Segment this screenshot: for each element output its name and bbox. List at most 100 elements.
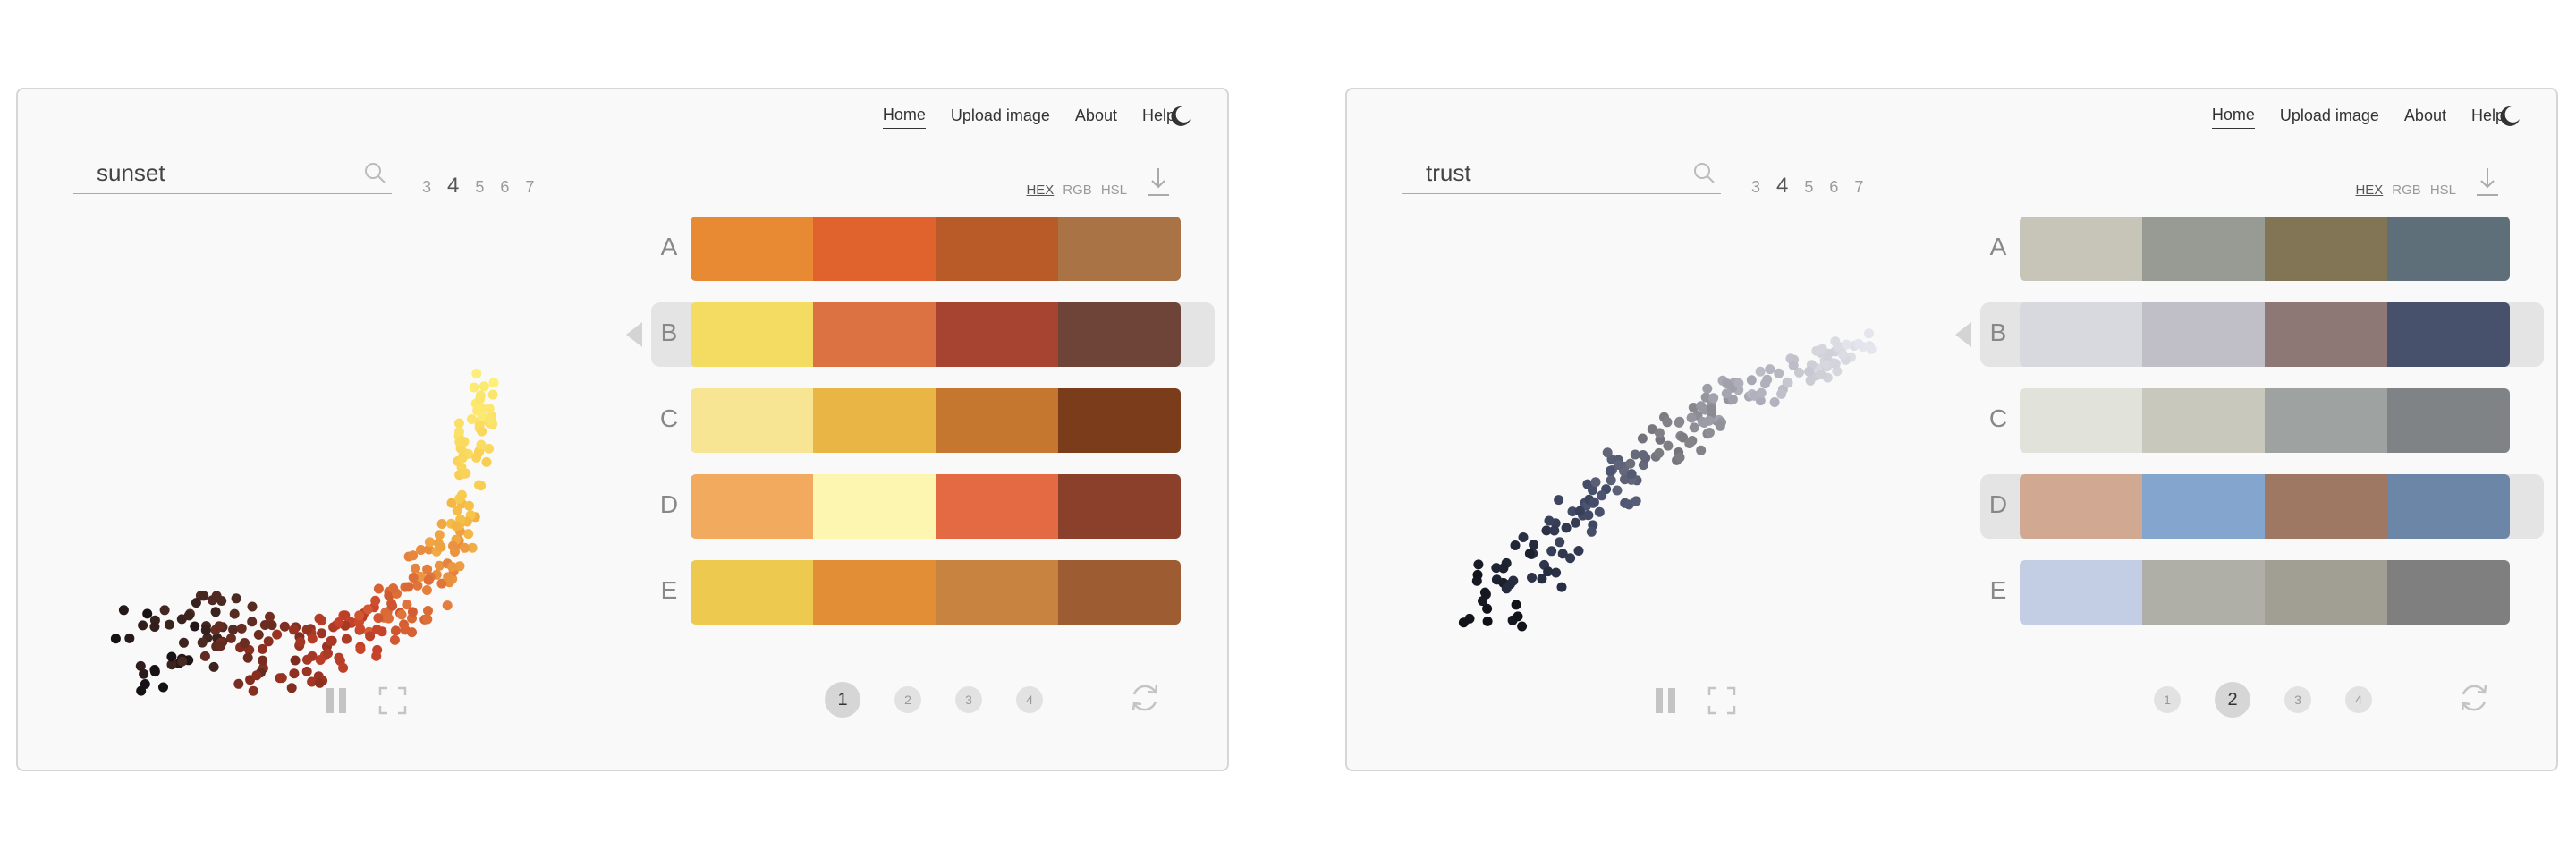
search-field[interactable]: trust [1402, 154, 1721, 194]
search-field[interactable]: sunset [73, 154, 392, 194]
fullscreen-icon[interactable] [1707, 685, 1737, 716]
nav-upload-image[interactable]: Upload image [951, 106, 1050, 129]
swatch[interactable] [2265, 217, 2387, 281]
format-rgb[interactable]: RGB [2392, 183, 2421, 198]
color-scatter-plot[interactable] [1436, 286, 1902, 698]
color-point [424, 537, 435, 548]
page-3-button[interactable]: 3 [955, 686, 982, 713]
swatch[interactable] [2387, 474, 2510, 539]
count-option-5[interactable]: 5 [475, 178, 484, 197]
count-option-5[interactable]: 5 [1804, 178, 1813, 197]
palette-row-e[interactable]: E [1980, 560, 2544, 625]
page-3-button[interactable]: 3 [2284, 686, 2311, 713]
swatch[interactable] [1058, 560, 1181, 625]
format-hex[interactable]: HEX [2355, 183, 2383, 198]
refresh-icon[interactable] [1127, 680, 1163, 716]
search-icon[interactable] [1692, 161, 1716, 184]
fullscreen-icon[interactable] [377, 685, 408, 716]
swatch[interactable] [936, 474, 1058, 539]
pause-icon[interactable] [1651, 685, 1682, 716]
moon-icon[interactable] [1168, 104, 1193, 129]
count-option-4[interactable]: 4 [1776, 174, 1788, 199]
nav-about[interactable]: About [2404, 106, 2446, 129]
swatch[interactable] [2265, 302, 2387, 367]
palette-row-d[interactable]: D [651, 474, 1215, 539]
palette-row-a[interactable]: A [1980, 217, 2544, 281]
format-hsl[interactable]: HSL [1101, 183, 1127, 198]
count-option-4[interactable]: 4 [447, 174, 459, 199]
swatch[interactable] [813, 388, 936, 453]
count-option-7[interactable]: 7 [1854, 178, 1863, 197]
palette-row-e[interactable]: E [651, 560, 1215, 625]
nav-home[interactable]: Home [882, 106, 926, 129]
count-option-6[interactable]: 6 [500, 178, 509, 197]
refresh-icon[interactable] [2456, 680, 2492, 716]
swatch[interactable] [691, 302, 813, 367]
swatch[interactable] [936, 388, 1058, 453]
swatch[interactable] [2387, 302, 2510, 367]
swatch[interactable] [691, 560, 813, 625]
page-2-button[interactable]: 2 [2215, 682, 2250, 718]
swatch[interactable] [2020, 388, 2142, 453]
swatch[interactable] [1058, 302, 1181, 367]
palette-row-d[interactable]: D [1980, 474, 2544, 539]
swatch[interactable] [936, 560, 1058, 625]
count-option-3[interactable]: 3 [1751, 178, 1760, 197]
count-option-3[interactable]: 3 [422, 178, 431, 197]
swatch[interactable] [1058, 217, 1181, 281]
nav-home[interactable]: Home [2211, 106, 2255, 129]
nav-about[interactable]: About [1075, 106, 1117, 129]
swatch[interactable] [813, 474, 936, 539]
search-input[interactable]: sunset [97, 159, 165, 187]
swatch[interactable] [1058, 474, 1181, 539]
swatch[interactable] [1058, 388, 1181, 453]
format-rgb[interactable]: RGB [1063, 183, 1092, 198]
swatch[interactable] [2020, 560, 2142, 625]
palette-row-a[interactable]: A [651, 217, 1215, 281]
swatch[interactable] [2142, 388, 2265, 453]
page-4-button[interactable]: 4 [2345, 686, 2372, 713]
swatch[interactable] [691, 217, 813, 281]
swatch[interactable] [2020, 302, 2142, 367]
swatch[interactable] [2142, 474, 2265, 539]
search-input[interactable]: trust [1426, 159, 1471, 187]
swatch[interactable] [813, 560, 936, 625]
palette-row-b[interactable]: B [626, 302, 1215, 367]
search-icon[interactable] [363, 161, 386, 184]
format-hex[interactable]: HEX [1026, 183, 1054, 198]
swatch[interactable] [2387, 388, 2510, 453]
palette-row-b[interactable]: B [1955, 302, 2544, 367]
download-icon[interactable] [1145, 166, 1172, 199]
palette-row-c[interactable]: C [651, 388, 1215, 453]
swatch[interactable] [2265, 560, 2387, 625]
swatch[interactable] [813, 217, 936, 281]
swatch[interactable] [936, 217, 1058, 281]
pause-icon[interactable] [322, 685, 352, 716]
count-option-7[interactable]: 7 [525, 178, 534, 197]
swatch[interactable] [2142, 302, 2265, 367]
swatch[interactable] [691, 388, 813, 453]
nav-upload-image[interactable]: Upload image [2280, 106, 2379, 129]
count-option-6[interactable]: 6 [1829, 178, 1838, 197]
palette-row-c[interactable]: C [1980, 388, 2544, 453]
page-4-button[interactable]: 4 [1016, 686, 1043, 713]
color-scatter-plot[interactable] [107, 286, 572, 698]
format-hsl[interactable]: HSL [2430, 183, 2456, 198]
swatch[interactable] [2387, 560, 2510, 625]
page-1-button[interactable]: 1 [825, 682, 860, 718]
moon-icon[interactable] [2497, 104, 2522, 129]
swatch[interactable] [2387, 217, 2510, 281]
swatch[interactable] [2020, 474, 2142, 539]
page-2-button[interactable]: 2 [894, 686, 921, 713]
color-point [231, 593, 242, 604]
download-icon[interactable] [2474, 166, 2501, 199]
swatch[interactable] [2142, 217, 2265, 281]
swatch[interactable] [2142, 560, 2265, 625]
swatch[interactable] [813, 302, 936, 367]
page-1-button[interactable]: 1 [2154, 686, 2181, 713]
swatch[interactable] [691, 474, 813, 539]
swatch[interactable] [2020, 217, 2142, 281]
swatch[interactable] [936, 302, 1058, 367]
swatch[interactable] [2265, 388, 2387, 453]
swatch[interactable] [2265, 474, 2387, 539]
